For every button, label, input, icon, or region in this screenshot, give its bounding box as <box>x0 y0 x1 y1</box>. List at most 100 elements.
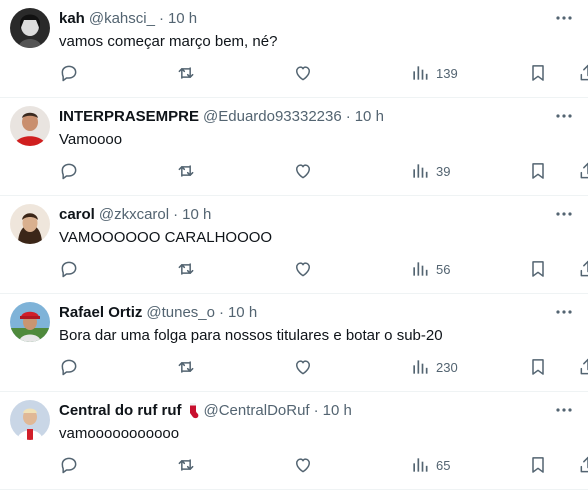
retweet-button[interactable] <box>176 160 196 182</box>
tweet-text: vamooooooooooo <box>59 425 180 442</box>
timestamp[interactable]: 10 h <box>228 303 257 323</box>
avatar-interprasempre-image <box>10 106 50 146</box>
heart-icon <box>296 164 310 179</box>
author-handle[interactable]: @CentralDoRuf <box>204 401 310 421</box>
share-button[interactable] <box>578 160 588 182</box>
reply-icon <box>61 261 77 278</box>
author-handle[interactable]: @kahsci_ <box>89 9 155 29</box>
separator-dot: · <box>313 402 319 419</box>
more-options-icon[interactable] <box>554 8 574 28</box>
like-button[interactable] <box>293 160 313 182</box>
like-button[interactable] <box>293 62 313 84</box>
bookmark-icon <box>532 65 544 81</box>
tweet-item[interactable]: carol @zkxcarol · 10 h VAMOOOOOO CARALHO… <box>0 196 588 294</box>
reply-button[interactable] <box>59 258 79 280</box>
tweet-item[interactable]: Rafael Ortiz @tunes_o · 10 h Bora dar um… <box>0 294 588 392</box>
retweet-icon <box>178 67 194 79</box>
author-name[interactable]: carol <box>59 205 95 225</box>
views-count: 230 <box>436 359 458 375</box>
action-bar: 230 <box>59 356 588 378</box>
tweet-item[interactable]: Central do ruf ruf @CentralDoRuf · 10 h … <box>0 392 588 490</box>
avatar[interactable] <box>10 106 50 146</box>
retweet-button[interactable] <box>176 62 196 84</box>
heart-icon <box>296 262 310 277</box>
author-handle[interactable]: @tunes_o <box>146 303 215 323</box>
separator-dot: · <box>158 10 164 27</box>
bookmark-button[interactable] <box>528 454 548 476</box>
avatar[interactable] <box>10 8 50 48</box>
timestamp[interactable]: 10 h <box>355 107 384 127</box>
avatar[interactable] <box>10 204 50 244</box>
tweet-text: Bora dar uma folga para nossos titulares… <box>59 327 443 344</box>
views-button[interactable]: 39 <box>410 160 450 182</box>
bookmark-icon <box>532 457 544 473</box>
author-name[interactable]: Rafael Ortiz <box>59 303 142 323</box>
timestamp[interactable]: 10 h <box>323 401 352 421</box>
bookmark-icon <box>532 163 544 179</box>
views-count: 139 <box>436 65 458 81</box>
more-options-icon[interactable] <box>554 204 574 224</box>
like-button[interactable] <box>293 258 313 280</box>
share-button[interactable] <box>578 356 588 378</box>
retweet-button[interactable] <box>176 258 196 280</box>
author-name[interactable]: INTERPRASEMPRE <box>59 107 199 127</box>
share-icon <box>580 162 588 179</box>
avatar-kah-image <box>10 8 50 48</box>
action-bar: 39 <box>59 160 588 182</box>
views-button[interactable]: 230 <box>410 356 458 378</box>
views-button[interactable]: 65 <box>410 454 450 476</box>
action-bar: 56 <box>59 258 588 280</box>
reply-icon <box>61 65 77 82</box>
reply-button[interactable] <box>59 160 79 182</box>
separator-dot: · <box>345 108 351 125</box>
separator-dot: · <box>173 206 179 223</box>
timestamp[interactable]: 10 h <box>168 9 197 29</box>
views-button[interactable]: 56 <box>410 258 450 280</box>
more-options-icon[interactable] <box>554 400 574 420</box>
avatar-rafael-image <box>10 302 50 342</box>
tweet-header: INTERPRASEMPRE @Eduardo93332236 · 10 h <box>59 107 384 127</box>
tweet-item[interactable]: INTERPRASEMPRE @Eduardo93332236 · 10 h V… <box>0 98 588 196</box>
timestamp[interactable]: 10 h <box>182 205 211 225</box>
bookmark-button[interactable] <box>528 160 548 182</box>
like-button[interactable] <box>293 454 313 476</box>
heart-icon <box>296 66 310 81</box>
retweet-button[interactable] <box>176 454 196 476</box>
bookmark-button[interactable] <box>528 258 548 280</box>
author-handle[interactable]: @zkxcarol <box>99 205 169 225</box>
share-button[interactable] <box>578 258 588 280</box>
heart-icon <box>296 458 310 473</box>
red-sock-badge-icon <box>186 402 200 420</box>
tweet-item[interactable]: kah @kahsci_ · 10 h vamos começar março … <box>0 0 588 98</box>
retweet-icon <box>178 165 194 177</box>
views-button[interactable]: 139 <box>410 62 458 84</box>
bookmark-icon <box>532 261 544 277</box>
tweet-text: VAMOOOOOO CARALHOOOO <box>59 229 273 246</box>
reply-button[interactable] <box>59 356 79 378</box>
bookmark-button[interactable] <box>528 62 548 84</box>
share-button[interactable] <box>578 454 588 476</box>
author-handle[interactable]: @Eduardo93332236 <box>203 107 342 127</box>
reply-icon <box>61 163 77 180</box>
retweet-button[interactable] <box>176 356 196 378</box>
avatar[interactable] <box>10 400 50 440</box>
bookmark-button[interactable] <box>528 356 548 378</box>
views-chart-icon <box>413 262 428 276</box>
tweet-text: vamos começar março bem, né? <box>59 33 278 50</box>
avatar[interactable] <box>10 302 50 342</box>
reply-button[interactable] <box>59 62 79 84</box>
author-name[interactable]: kah <box>59 9 85 29</box>
tweet-header: Rafael Ortiz @tunes_o · 10 h <box>59 303 257 323</box>
retweet-icon <box>178 263 194 275</box>
like-button[interactable] <box>293 356 313 378</box>
share-button[interactable] <box>578 62 588 84</box>
more-options-icon[interactable] <box>554 302 574 322</box>
author-name[interactable]: Central do ruf ruf <box>59 401 182 421</box>
more-options-icon[interactable] <box>554 106 574 126</box>
retweet-icon <box>178 459 194 471</box>
reply-button[interactable] <box>59 454 79 476</box>
avatar-carol-image <box>10 204 50 244</box>
reply-icon <box>61 359 77 376</box>
action-bar: 65 <box>59 454 588 476</box>
share-icon <box>580 64 588 81</box>
